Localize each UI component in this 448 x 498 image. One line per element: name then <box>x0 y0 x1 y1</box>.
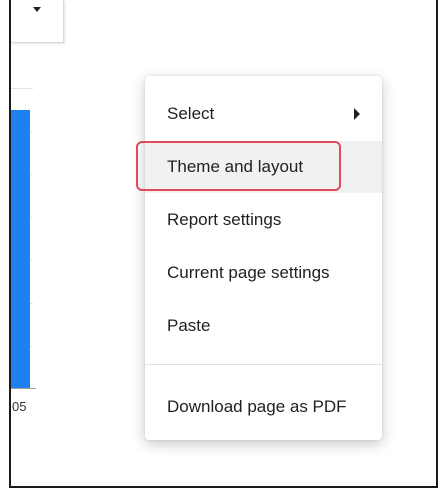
menu-divider <box>145 364 382 365</box>
menu-item-current-page-settings[interactable]: Current page settings <box>145 247 382 299</box>
menu-item-label: Report settings <box>167 210 282 229</box>
menu-item-label: Current page settings <box>167 263 330 282</box>
menu-item-paste[interactable]: Paste <box>145 300 382 352</box>
gridline <box>11 88 33 89</box>
chart-area[interactable] <box>11 88 36 389</box>
menu-item-report-settings[interactable]: Report settings <box>145 194 382 246</box>
menu-item-theme-and-layout[interactable]: Theme and layout <box>145 141 382 193</box>
x-axis-tick-label: 05 <box>12 399 27 414</box>
dropdown-control[interactable] <box>11 0 64 43</box>
context-menu: Select Theme and layout Report settings … <box>145 76 382 440</box>
menu-item-label: Select <box>167 104 215 123</box>
menu-item-label: Theme and layout <box>167 157 304 176</box>
caret-right-icon <box>354 108 360 120</box>
x-axis-line <box>11 388 36 389</box>
menu-item-download-pdf[interactable]: Download page as PDF <box>145 381 382 433</box>
menu-item-label: Download page as PDF <box>167 397 347 416</box>
chart-bar[interactable] <box>11 110 30 388</box>
menu-item-label: Paste <box>167 316 211 335</box>
caret-down-icon <box>33 7 41 12</box>
menu-item-select[interactable]: Select <box>145 88 382 140</box>
